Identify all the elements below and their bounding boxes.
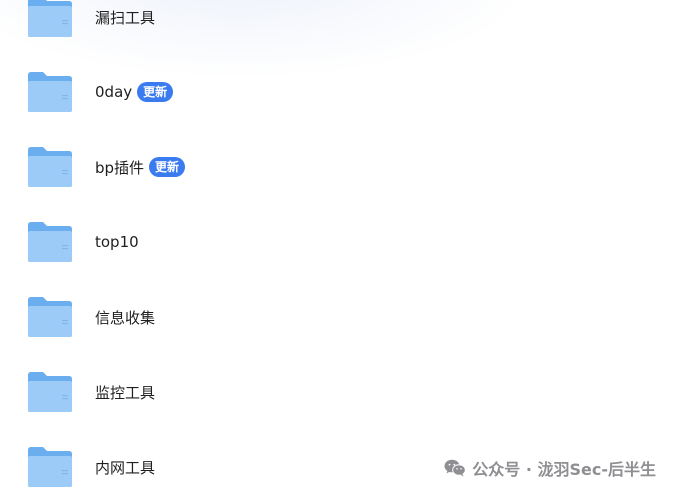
folder-name: top10 [95,233,139,251]
update-badge: 更新 [149,157,186,177]
folder-row-monitoring-tools[interactable]: 监控工具 [0,365,678,425]
folder-label: 漏扫工具 [95,7,155,27]
folder-row-bp-plugins[interactable]: bp插件 更新 [0,140,678,200]
folder-name: 监控工具 [95,383,156,402]
folder-name: 0day [95,83,133,101]
watermark: 公众号 · 泷羽Sec-后半生 [444,456,656,480]
folder-row-info-gathering[interactable]: 信息收集 [0,290,678,350]
folder-icon [27,0,73,38]
folder-icon [27,371,73,413]
folder-label: 内网工具 [95,457,155,477]
folder-name: 内网工具 [95,458,156,477]
folder-name: 信息收集 [95,308,156,327]
folder-row-0day[interactable]: 0day 更新 [0,65,678,125]
folder-name: 漏扫工具 [95,8,156,27]
folder-icon [27,446,73,488]
folder-row-top10[interactable]: top10 [0,215,678,275]
wechat-icon [444,459,467,477]
folder-icon [27,296,73,338]
folder-label: 信息收集 [95,307,155,327]
folder-icon [27,221,73,263]
folder-row-vuln-scan[interactable]: 漏扫工具 [0,0,678,50]
folder-label: top10 [95,232,139,252]
folder-label: 0day 更新 [95,82,174,102]
folder-icon [27,146,73,188]
folder-label: bp插件 更新 [95,157,186,177]
watermark-text: 公众号 · 泷羽Sec-后半生 [472,460,656,479]
update-badge: 更新 [137,82,174,102]
folder-label: 监控工具 [95,382,155,402]
folder-name: bp插件 [95,158,145,177]
folder-list: 漏扫工具 0day 更新 bp插件 更新 top10 信息收集 监控工具 内网工… [0,0,678,498]
folder-icon [27,71,73,113]
